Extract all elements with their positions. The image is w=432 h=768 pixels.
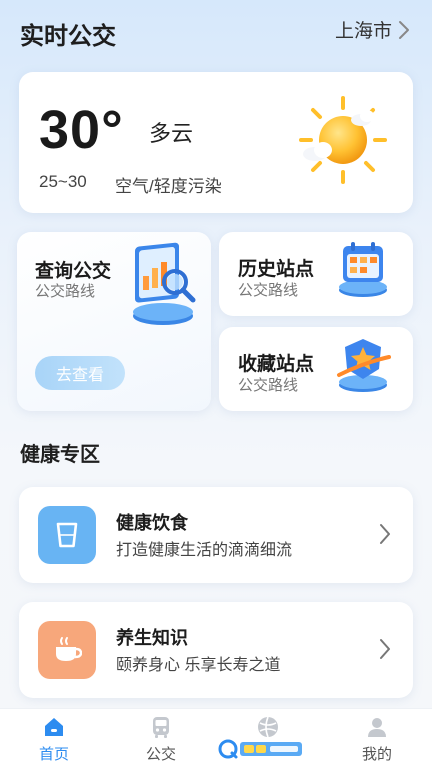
home-icon [45, 718, 63, 736]
weather-condition: 多云 [149, 121, 194, 146]
search-chart-icon [133, 242, 196, 325]
header: 实时公交 上海市 [0, 0, 432, 64]
chevron-right-icon [399, 20, 409, 39]
favorite-stations-card[interactable]: 收藏站点 公交路线 [219, 327, 413, 411]
history-stations-card[interactable]: 历史站点 公交路线 [219, 232, 413, 316]
weather-card[interactable]: 30° 多云 25~30 空气/轻度污染 [19, 72, 413, 213]
bus-icon [153, 717, 169, 738]
health-section-title: 健康专区 [20, 444, 100, 466]
star-icon [337, 339, 391, 392]
health-knowledge-title: 养生知识 [116, 628, 188, 648]
history-stations-title: 历史站点 [238, 259, 315, 280]
chevron-right-icon [380, 639, 390, 659]
sun-cloud-icon [299, 96, 387, 184]
tab-bus-label: 公交 [145, 746, 176, 763]
query-bus-title: 查询公交 [35, 261, 112, 282]
favorite-stations-title: 收藏站点 [238, 354, 315, 375]
health-knowledge-subtitle: 颐养身心 乐享长寿之道 [116, 657, 281, 674]
healthy-diet-card[interactable]: 健康饮食 打造健康生活的滴滴细流 [19, 487, 413, 583]
query-bus-subtitle: 公交路线 [35, 283, 96, 300]
history-stations-subtitle: 公交路线 [238, 282, 299, 299]
bottom-tab-bar: 首页 公交 我的 [0, 708, 432, 768]
city-label: 上海市 [334, 21, 392, 42]
temperature-range: 25~30 [39, 172, 87, 191]
tab-profile-label: 我的 [361, 746, 392, 763]
tab-profile[interactable]: 我的 [342, 715, 412, 767]
air-quality: 空气/轻度污染 [115, 177, 222, 196]
calendar-icon [339, 242, 387, 297]
watermark-logo [218, 739, 302, 759]
tab-home-label: 首页 [38, 746, 69, 763]
cup-icon [38, 506, 96, 564]
tab-bus[interactable]: 公交 [126, 715, 196, 767]
healthy-diet-title: 健康饮食 [116, 513, 188, 533]
temperature: 30° [39, 100, 124, 160]
ball-icon [258, 716, 278, 738]
healthy-diet-subtitle: 打造健康生活的滴滴细流 [116, 542, 293, 559]
user-icon [368, 718, 386, 737]
health-knowledge-card[interactable]: 养生知识 颐养身心 乐享长寿之道 [19, 602, 413, 698]
favorite-stations-subtitle: 公交路线 [238, 377, 299, 394]
page-title: 实时公交 [20, 23, 116, 50]
tab-home[interactable]: 首页 [19, 715, 89, 767]
view-button[interactable]: 去查看 [35, 356, 125, 390]
tea-icon [38, 621, 96, 679]
chevron-right-icon [380, 524, 390, 544]
query-bus-card[interactable]: 查询公交 公交路线 去查看 [17, 232, 211, 411]
city-selector[interactable]: 上海市 [335, 16, 410, 43]
